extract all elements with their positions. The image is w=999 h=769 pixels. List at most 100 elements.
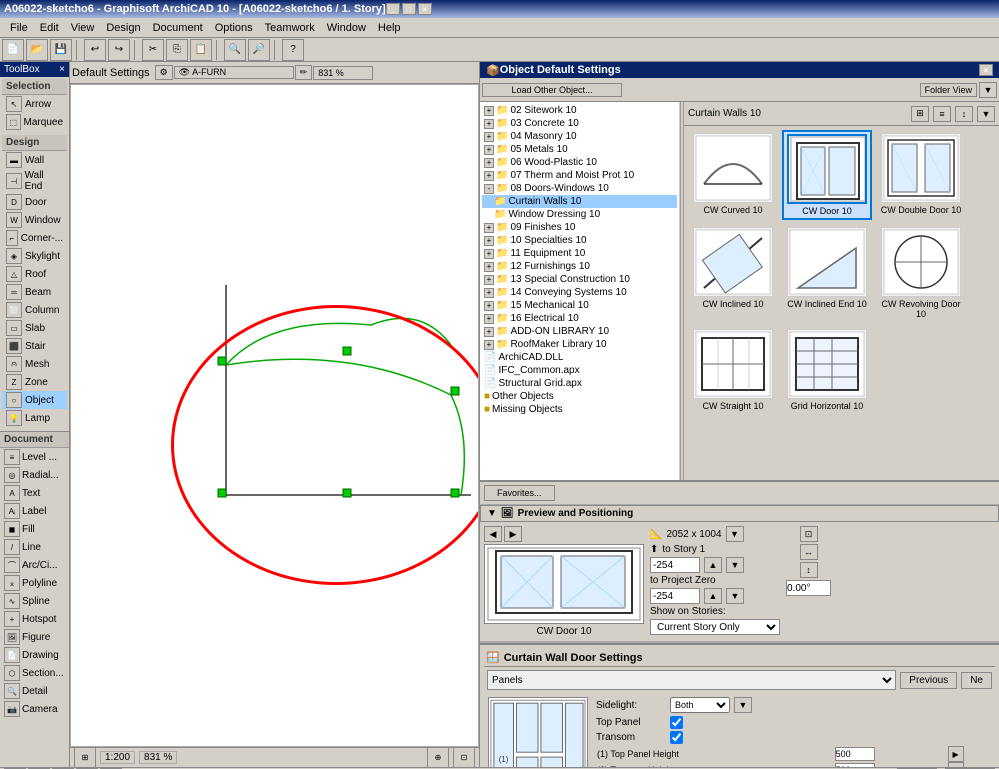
close-btn[interactable]: × [418, 3, 432, 15]
elevation2-input[interactable]: -254 [650, 588, 700, 604]
prev-view-btn[interactable]: ◀ [484, 526, 502, 542]
next-btn[interactable]: Ne [961, 672, 992, 689]
th-expand[interactable]: ▶ [948, 762, 964, 767]
menu-edit[interactable]: Edit [34, 18, 65, 37]
toolbox-mesh[interactable]: ⩀ Mesh [2, 355, 67, 373]
zoom-in-btn[interactable]: 🔍 [224, 39, 246, 61]
folder-view-btn[interactable]: Folder View [920, 83, 977, 97]
toolbox-arc[interactable]: ⌒ Arc/Ci... [0, 556, 69, 574]
maximize-btn[interactable]: □ [402, 3, 416, 15]
tree-item-10[interactable]: + 📁 10 Specialties 10 [482, 234, 677, 247]
tph-expand[interactable]: ▶ [948, 746, 964, 762]
next-view-btn[interactable]: ▶ [504, 526, 522, 542]
toolbox-figure[interactable]: 🖼 Figure [0, 628, 69, 646]
view-toggle-btn[interactable]: ▼ [979, 82, 997, 98]
toolbox-marquee[interactable]: ⬚ Marquee [2, 113, 67, 131]
zoom-out-btn[interactable]: 🔎 [248, 39, 270, 61]
pen-btn[interactable]: ✏ [295, 65, 313, 80]
expand-06[interactable]: + [484, 158, 494, 168]
mirror-v-btn[interactable]: ↕ [800, 562, 818, 578]
new-btn[interactable]: 📄 [2, 39, 24, 61]
toolbox-object[interactable]: ○ Object [2, 391, 67, 409]
toolbox-radial[interactable]: ◎ Radial... [0, 466, 69, 484]
menu-view[interactable]: View [65, 18, 101, 37]
menu-document[interactable]: Document [147, 18, 209, 37]
toolbox-skylight[interactable]: ◈ Skylight [2, 247, 67, 265]
tree-item-12[interactable]: + 📁 12 Furnishings 10 [482, 260, 677, 273]
toolbox-drawing[interactable]: 📄 Drawing [0, 646, 69, 664]
preview-section-header[interactable]: ▼ 🖼 Preview and Positioning [480, 505, 999, 522]
browser-close-btn[interactable]: × [979, 64, 993, 76]
toolbox-section[interactable]: ⬡ Section... [0, 664, 69, 682]
toolbox-detail[interactable]: 🔍 Detail [0, 682, 69, 700]
toolbox-slab[interactable]: ▭ Slab [2, 319, 67, 337]
toolbox-wall[interactable]: ▬ Wall [2, 151, 67, 169]
save-btn[interactable]: 💾 [50, 39, 72, 61]
expand-03[interactable]: + [484, 119, 494, 129]
toolbox-beam[interactable]: ═ Beam [2, 283, 67, 301]
copy-btn[interactable]: ⎘ [166, 39, 188, 61]
cut-btn[interactable]: ✂ [142, 39, 164, 61]
toolbox-zone[interactable]: Z Zone [2, 373, 67, 391]
toolbox-camera[interactable]: 📷 Camera [0, 700, 69, 718]
menu-options[interactable]: Options [209, 18, 259, 37]
toolbox-corner[interactable]: ⌐ Corner-... [2, 229, 67, 247]
sort-btn[interactable]: ↕ [955, 106, 973, 122]
open-btn[interactable]: 📂 [26, 39, 48, 61]
load-other-btn[interactable]: Load Other Object... [482, 83, 622, 97]
transom-checkbox[interactable] [670, 731, 683, 744]
tree-item-13[interactable]: + 📁 13 Special Construction 10 [482, 273, 677, 286]
menu-window[interactable]: Window [321, 18, 372, 37]
elev2-up[interactable]: ▲ [704, 588, 722, 604]
file-tree[interactable]: + 📁 02 Sitework 10 + 📁 03 Concrete 10 + … [480, 102, 680, 480]
toolbox-text[interactable]: A Text [0, 484, 69, 502]
toolbox-stair[interactable]: ⬛ Stair [2, 337, 67, 355]
tree-item-16[interactable]: + 📁 16 Electrical 10 [482, 312, 677, 325]
elev2-down[interactable]: ▼ [726, 588, 744, 604]
toolbox-label[interactable]: Aᵢ Label [0, 502, 69, 520]
stories-select[interactable]: Current Story Only All Stories [650, 619, 780, 635]
tree-item-roof[interactable]: + 📁 RoofMaker Library 10 [482, 338, 677, 351]
zoom-display[interactable]: 831 % [313, 66, 373, 80]
favorites-btn[interactable]: Favorites... [484, 485, 555, 501]
grid-view-btn[interactable]: ⊞ [911, 106, 929, 122]
expand-04[interactable]: + [484, 132, 494, 142]
toolbox-arrow[interactable]: ↖ Arrow [2, 95, 67, 113]
minimize-btn[interactable]: _ [386, 3, 400, 15]
tree-item-06[interactable]: + 📁 06 Wood-Plastic 10 [482, 156, 677, 169]
tree-item-other[interactable]: ■ Other Objects [482, 390, 677, 403]
tree-item-07[interactable]: + 📁 07 Therm and Moist Prot 10 [482, 169, 677, 182]
tree-item-window-dressing[interactable]: 📁 Window Dressing 10 [482, 208, 677, 221]
toolbox-level[interactable]: ≡ Level ... [0, 448, 69, 466]
dimensions-btn[interactable]: ▼ [726, 526, 744, 542]
navigator-btn[interactable]: ⊕ [427, 747, 449, 768]
panels-select[interactable]: Panels [487, 670, 896, 690]
tree-item-archicad-dll[interactable]: 📄 ArchiCAD.DLL [482, 351, 677, 364]
tree-item-curtain-walls[interactable]: 📁 Curtain Walls 10 [482, 195, 677, 208]
tree-item-structural[interactable]: 📄 Structural Grid.apx [482, 377, 677, 390]
obj-cw-curved[interactable]: CW Curved 10 [688, 130, 778, 220]
toolbox-door[interactable]: D Door [2, 193, 67, 211]
obj-cw-straight[interactable]: CW Straight 10 [688, 326, 778, 414]
sidelight-select[interactable]: Both Left Right None [670, 697, 730, 713]
filter-btn[interactable]: ▼ [977, 106, 995, 122]
tree-item-11[interactable]: + 📁 11 Equipment 10 [482, 247, 677, 260]
elevation1-input[interactable]: -254 [650, 557, 700, 573]
help-btn[interactable]: ? [282, 39, 304, 61]
obj-cw-inclined[interactable]: CW Inclined 10 [688, 224, 778, 322]
undo-btn[interactable]: ↩ [84, 39, 106, 61]
expand-05[interactable]: + [484, 145, 494, 155]
tree-item-05[interactable]: + 📁 05 Metals 10 [482, 143, 677, 156]
toolbox-hotspot[interactable]: + Hotspot [0, 610, 69, 628]
sidelight-expand-btn[interactable]: ▼ [734, 697, 752, 713]
tree-item-02[interactable]: + 📁 02 Sitework 10 [482, 104, 677, 117]
settings-icon-btn[interactable]: ⚙ [155, 65, 173, 80]
toolbox-fill[interactable]: ◼ Fill [0, 520, 69, 538]
menu-design[interactable]: Design [100, 18, 146, 37]
list-view-btn[interactable]: ≡ [933, 106, 951, 122]
toolbox-column[interactable]: ⬜ Column [2, 301, 67, 319]
transom-height-input[interactable] [835, 763, 875, 767]
menu-file[interactable]: File [4, 18, 34, 37]
tree-item-addon[interactable]: + 📁 ADD-ON LIBRARY 10 [482, 325, 677, 338]
previous-btn[interactable]: Previous [900, 672, 957, 689]
